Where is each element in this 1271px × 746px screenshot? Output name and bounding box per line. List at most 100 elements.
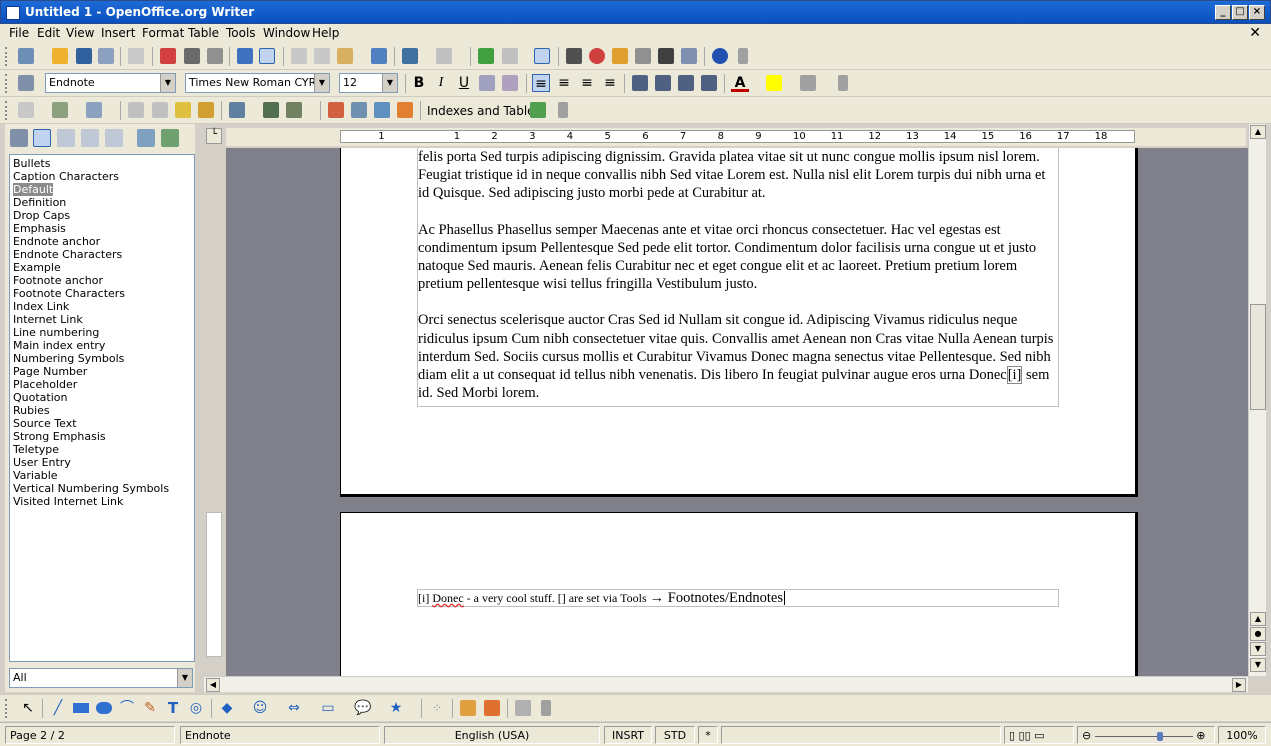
paragraph[interactable]: felis porta Sed turpis adipiscing dignis… [418,148,1058,203]
help-icon[interactable] [712,48,728,64]
horizontal-scrollbar[interactable]: ◀ ▶ [204,676,1248,692]
toolbar-options-icon[interactable] [738,48,748,64]
minimize-button[interactable]: _ [1215,5,1231,20]
view-layout-icons[interactable]: ▯ ▯▯ ▭ [1004,726,1074,744]
align-left-button[interactable]: ≡ [532,74,550,92]
chart-icon[interactable] [397,102,413,118]
zoom-in-icon[interactable]: ⊕ [1196,729,1205,742]
curve-icon[interactable]: ⌒ [119,700,135,716]
style-list-item[interactable]: Numbering Symbols [13,352,191,365]
shapes-icon[interactable] [328,102,344,118]
zoom-slider-thumb[interactable] [1156,731,1163,741]
menu-tools[interactable]: Tools [226,26,256,40]
marker-icon[interactable] [198,102,214,118]
text-icon[interactable]: T [165,700,181,716]
fontwork-icon[interactable] [351,102,367,118]
fill-format-mode-icon[interactable] [137,129,155,147]
fontwork-gallery-icon[interactable] [460,700,476,716]
close-document-icon[interactable]: ✕ [1249,25,1261,41]
maximize-button[interactable]: □ [1232,5,1248,20]
font-color-button[interactable]: A [731,74,749,92]
paragraph[interactable]: Orci senectus scelerisque auctor Cras Se… [418,311,1058,402]
tab-stop-selector[interactable]: └ [206,128,222,144]
email-icon[interactable] [98,48,114,64]
style-list-item[interactable]: Placeholder [13,378,191,391]
bold-button[interactable]: B [410,74,428,92]
paragraph[interactable]: Ac Phasellus Phasellus semper Maecenas a… [418,221,1058,294]
background-color-icon[interactable] [800,75,816,91]
frame-styles-icon[interactable] [57,129,75,147]
bookmark-icon[interactable] [175,102,191,118]
note-icon[interactable] [128,102,144,118]
page-1-text-area[interactable]: felis porta Sed turpis adipiscing dignis… [417,148,1059,408]
chevron-down-icon[interactable]: ▼ [160,74,175,92]
page-2[interactable]: [i] Donec - a very cool stuff. [] are se… [340,512,1138,676]
freeform-icon[interactable]: ✎ [142,700,158,716]
page-style-indicator[interactable]: Endnote [180,726,380,744]
outline-icon[interactable] [502,75,518,91]
increase-indent-icon[interactable] [701,75,717,91]
style-list-item[interactable]: Source Text [13,417,191,430]
zoom-slider[interactable]: ⊖ ⊕ [1077,726,1215,744]
save-icon[interactable] [76,48,92,64]
decrease-indent-icon[interactable] [678,75,694,91]
endnote-area[interactable]: [i] Donec - a very cool stuff. [] are se… [417,589,1059,607]
menu-insert[interactable]: Insert [101,26,135,40]
style-list-item[interactable]: Endnote Characters [13,248,191,261]
scroll-right-button[interactable]: ▶ [1232,678,1246,692]
style-list-item[interactable]: Bullets [13,157,191,170]
ellipse-icon[interactable] [96,702,112,714]
symbol-shapes-icon[interactable]: ☺ [252,700,268,716]
endnote-anchor[interactable]: [i] [1006,366,1023,385]
style-list-item[interactable]: Footnote Characters [13,287,191,300]
menu-help[interactable]: Help [312,26,339,40]
align-center-button[interactable]: ≡ [555,74,573,92]
scroll-up-button[interactable]: ▲ [1250,125,1266,139]
style-list-item[interactable]: Teletype [13,443,191,456]
style-list-item[interactable]: Index Link [13,300,191,313]
stars-icon[interactable]: ★ [388,700,404,716]
style-filter-combo[interactable]: All ▼ [9,668,193,688]
horizontal-ruler[interactable]: 1 1 2 3 4 5 6 7 8 9 10 11 12 13 14 15 16 17 18 [226,128,1246,146]
callouts-icon[interactable]: 💬 [354,700,371,716]
zoom-level[interactable]: 100% [1218,726,1266,744]
undo-icon[interactable] [402,48,418,64]
show-draw-functions-icon[interactable] [534,48,550,64]
menu-file[interactable]: File [9,26,29,40]
zoom-icon[interactable] [681,48,697,64]
menu-window[interactable]: Window [263,26,310,40]
style-list-item[interactable]: Example [13,261,191,274]
flowchart-icon[interactable]: ▭ [320,700,336,716]
character-styles-icon[interactable] [33,129,51,147]
endnote-text[interactable]: [i] Donec - a very cool stuff. [] are se… [418,590,1058,606]
align-right-button[interactable]: ≡ [578,74,596,92]
scroll-left-button[interactable]: ◀ [206,678,220,692]
callout-icon[interactable]: ◎ [188,700,204,716]
open-icon[interactable] [52,48,68,64]
extrusion-icon[interactable] [515,700,531,716]
next-page-button[interactable]: ▼ [1250,642,1266,656]
style-list-item[interactable]: Definition [13,196,191,209]
copy-icon[interactable] [314,48,330,64]
style-list-item[interactable]: Strong Emphasis [13,430,191,443]
navigator-icon[interactable] [589,48,605,64]
italic-button[interactable]: I [432,74,450,92]
style-list-item[interactable]: Visited Internet Link [13,495,191,508]
print-icon[interactable] [184,48,200,64]
hyperlink-icon[interactable] [478,48,494,64]
find-replace-icon[interactable] [566,48,582,64]
style-list-item[interactable]: Internet Link [13,313,191,326]
style-list-item[interactable]: Quotation [13,391,191,404]
page-1[interactable]: felis porta Sed turpis adipiscing dignis… [340,148,1138,497]
styles-formatting-icon[interactable] [18,75,34,91]
page-styles-icon[interactable] [81,129,99,147]
previous-page-button[interactable]: ▲ [1250,612,1266,626]
style-list-item[interactable]: Vertical Numbering Symbols [13,482,191,495]
font-name-combo[interactable]: Times New Roman CYR ▼ [185,73,330,93]
insert-index-icon[interactable] [530,102,546,118]
navigation-icon[interactable]: ● [1250,627,1266,641]
style-list-item[interactable]: Main index entry [13,339,191,352]
autospellcheck-icon[interactable] [259,48,275,64]
toolbar-grip[interactable] [5,47,9,66]
highlighting-icon[interactable] [766,75,782,91]
